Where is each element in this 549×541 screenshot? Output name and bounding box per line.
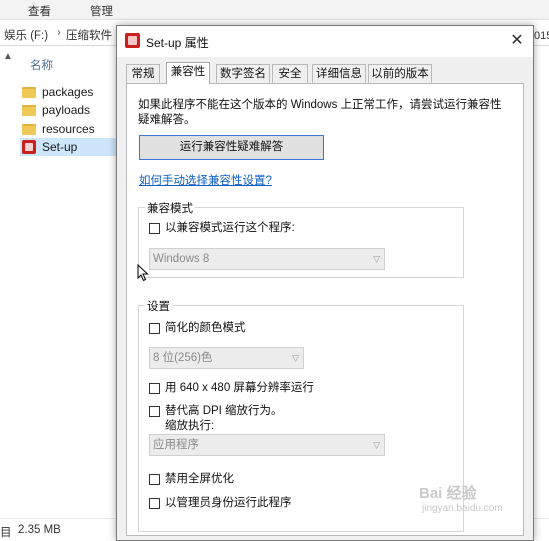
close-button[interactable]: ✕ [505,29,529,53]
file-name: resources [42,122,95,136]
run-as-admin-checkbox[interactable] [149,498,160,509]
chevron-down-icon: ▽ [373,254,380,264]
compat-mode-group: 兼容模式 以兼容模式运行这个程序: Windows 8 ▽ [138,200,464,278]
properties-dialog: Set-up 属性 ✕ 常规 兼容性 数字签名 安全 详细信息 以前的版本 如果… [116,25,534,541]
chevron-down-icon: ▽ [373,440,380,450]
reduced-color-label: 简化的颜色模式 [165,322,246,334]
color-mode-value: 8 位(256)色 [153,352,213,364]
run-troubleshooter-button[interactable]: 运行兼容性疑难解答 [139,135,324,160]
dpi-scaling-value: 应用程序 [153,439,199,451]
tab-compatibility[interactable]: 兼容性 [166,62,210,84]
breadcrumb-chevron-icon: › [57,27,61,39]
color-mode-select[interactable]: 8 位(256)色 ▽ [149,347,304,369]
intro-text: 如果此程序不能在这个版本的 Windows 上正常工作，请尝试运行兼容性疑难解答… [138,99,502,126]
file-name: packages [42,85,94,99]
dialog-title: Set-up 属性 [146,36,209,50]
tab-previous-versions[interactable]: 以前的版本 [368,64,432,83]
run-as-admin-label: 以管理员身份运行此程序 [165,497,292,509]
address-overflow-text: 015 [534,30,549,42]
fullscreen-opt-checkbox-row[interactable]: 禁用全屏优化 [149,473,234,486]
compat-mode-checkbox-row[interactable]: 以兼容模式运行这个程序: [149,222,295,235]
explorer-ribbon: 查看 管理 [0,0,549,20]
file-list: ▲ 名称 packages payloads resources Set-up [0,47,120,517]
compat-mode-group-label: 兼容模式 [145,200,195,216]
os-version-value: Windows 8 [153,253,210,265]
settings-group-label: 设置 [145,298,172,314]
dpi-override-label: 替代高 DPI 缩放行为。 [165,405,283,417]
file-item-packages[interactable]: packages [22,83,122,101]
app-icon [22,140,36,154]
tab-security[interactable]: 安全 [272,64,308,83]
file-item-resources[interactable]: resources [22,120,122,138]
res-640-checkbox-row[interactable]: 用 640 x 480 屏幕分辨率运行 [149,382,314,395]
tab-digital-signatures[interactable]: 数字签名 [216,64,270,83]
res-640-label: 用 640 x 480 屏幕分辨率运行 [165,382,314,394]
dpi-override-label-group: 替代高 DPI 缩放行为。 缩放执行: [165,405,283,433]
dpi-scaling-sub-label: 缩放执行: [165,420,215,432]
fullscreen-opt-label: 禁用全屏优化 [165,473,234,485]
folder-icon [22,86,36,98]
mouse-cursor-icon [137,264,149,282]
breadcrumb-drive[interactable]: 娱乐 (F:) [4,27,48,43]
compatibility-panel: 如果此程序不能在这个版本的 Windows 上正常工作，请尝试运行兼容性疑难解答… [126,83,524,536]
status-size: 2.35 MB [18,524,61,536]
file-name: Set-up [42,140,78,154]
tab-general[interactable]: 常规 [126,64,160,83]
ribbon-tab-view[interactable]: 查看 [28,3,51,19]
compat-mode-checkbox[interactable] [149,223,160,234]
fullscreen-opt-checkbox[interactable] [149,474,160,485]
os-version-select[interactable]: Windows 8 ▽ [149,248,385,270]
sort-up-icon[interactable]: ▲ [3,51,13,62]
compat-mode-checkbox-label: 以兼容模式运行这个程序: [165,222,295,234]
file-item-setup[interactable]: Set-up [20,138,118,156]
file-item-payloads[interactable]: payloads [22,101,122,119]
dpi-override-checkbox[interactable] [149,406,160,417]
status-item-count: 目 [0,527,12,539]
dialog-titlebar[interactable]: Set-up 属性 ✕ [117,26,533,57]
app-icon [125,33,140,48]
column-header-name[interactable]: 名称 [30,57,53,73]
tab-details[interactable]: 详细信息 [312,64,366,83]
reduced-color-checkbox-row[interactable]: 简化的颜色模式 [149,322,246,335]
folder-icon [22,104,36,116]
chevron-down-icon: ▽ [292,353,299,363]
settings-group: 设置 简化的颜色模式 8 位(256)色 ▽ 用 640 x 480 屏幕分辨率… [138,298,464,532]
file-name: payloads [42,103,91,117]
reduced-color-checkbox[interactable] [149,323,160,334]
watermark-logo: Bai 经验 [419,485,477,502]
dpi-override-checkbox-row[interactable]: 替代高 DPI 缩放行为。 缩放执行: [149,405,283,433]
dpi-scaling-select[interactable]: 应用程序 ▽ [149,434,385,456]
breadcrumb-folder[interactable]: 压缩软件 [66,27,112,43]
folder-icon [22,123,36,135]
watermark-url: jingyan.baidu.com [422,503,503,514]
res-640-checkbox[interactable] [149,383,160,394]
ribbon-tab-manage[interactable]: 管理 [90,3,113,19]
manual-settings-link[interactable]: 如何手动选择兼容性设置? [139,172,272,188]
run-as-admin-checkbox-row[interactable]: 以管理员身份运行此程序 [149,497,292,510]
